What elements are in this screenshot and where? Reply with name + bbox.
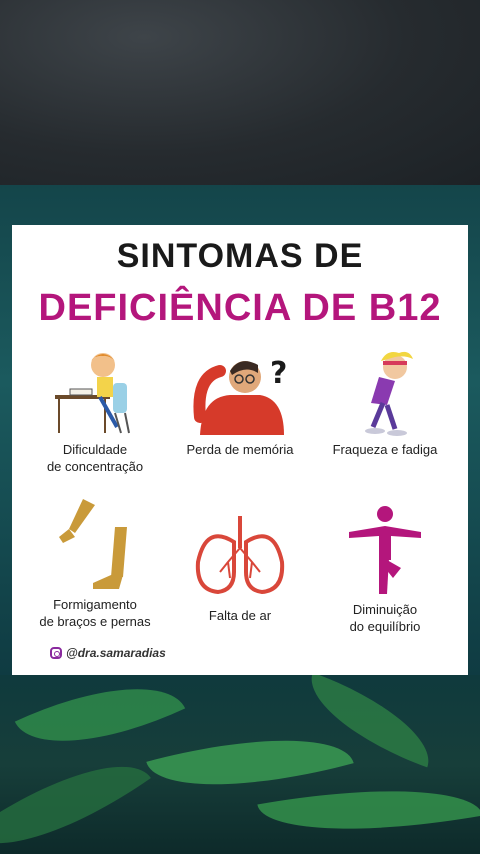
studying-child-icon [55, 353, 130, 434]
symptom-breath: Falta de ar [165, 512, 315, 624]
arm-leg-icon [59, 499, 127, 589]
symptom-concentration: Dificuldade de concentração [20, 347, 170, 475]
balance-figure-icon [349, 506, 421, 594]
instagram-handle: @dra.samaradias [50, 646, 166, 660]
symptom-tingling: Formigamento de braços e pernas [20, 497, 170, 630]
background-top [0, 0, 480, 185]
symptom-label: Formigamento de braços e pernas [39, 597, 151, 629]
symptom-memory: ? Perda de memória [165, 347, 315, 458]
tired-runner-icon [365, 351, 413, 436]
symptom-fatigue: Fraqueza e fadiga [310, 347, 460, 458]
symptom-label: Falta de ar [208, 608, 272, 623]
background-plants [0, 675, 480, 854]
symptom-label: Fraqueza e fadiga [332, 442, 438, 457]
title-line-1: SINTOMAS DE [116, 237, 364, 275]
lungs-icon [195, 516, 285, 595]
svg-text:?: ? [270, 356, 287, 391]
confused-man-icon: ? [193, 356, 287, 435]
symptom-label: Perda de memória [186, 442, 294, 457]
instagram-icon [50, 647, 62, 659]
title-line-2: DEFICIÊNCIA DE B12 [38, 287, 442, 329]
infographic-card: SINTOMAS DE DEFICIÊNCIA DE B12 Dificulda… [12, 225, 468, 675]
symptom-label: Diminuição do equilíbrio [349, 602, 421, 634]
symptom-balance: Diminuição do equilíbrio [310, 502, 460, 635]
symptom-label: Dificuldade de concentração [46, 442, 144, 474]
